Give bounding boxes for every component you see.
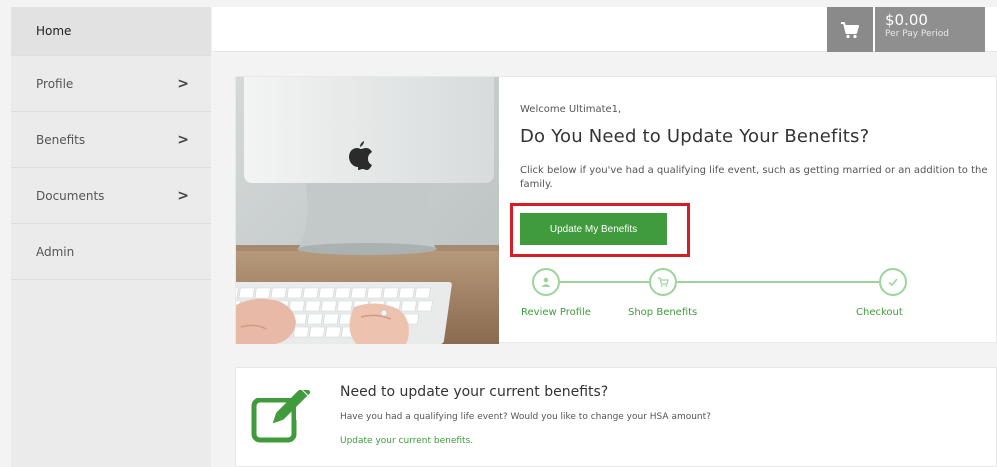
edit-icon xyxy=(250,385,311,445)
sidebar-item-label: Documents xyxy=(36,188,105,203)
app: Home Profile > Benefits > Documents > Ad… xyxy=(0,0,997,467)
sidebar: Home Profile > Benefits > Documents > Ad… xyxy=(11,7,211,467)
hero-image xyxy=(236,77,499,344)
update-current-benefits-link[interactable]: Update your current benefits. xyxy=(340,436,473,446)
sidebar-item-benefits[interactable]: Benefits > xyxy=(11,112,211,168)
card-description: Have you had a qualifying life event? Wo… xyxy=(340,412,711,422)
chevron-right-icon: > xyxy=(177,187,189,204)
step-connector xyxy=(677,281,879,283)
update-current-benefits-card: Need to update your current benefits? Ha… xyxy=(235,367,997,467)
user-icon xyxy=(532,268,560,296)
update-benefits-hero: Welcome Ultimate1, Do You Need to Update… xyxy=(235,76,997,344)
step-connector xyxy=(559,281,659,283)
cart-total: $0.00 Per Pay Period xyxy=(875,7,985,52)
step-label-review-profile[interactable]: Review Profile xyxy=(521,307,591,318)
step-label-checkout[interactable]: Checkout xyxy=(856,307,903,318)
sidebar-item-home[interactable]: Home xyxy=(11,7,211,56)
sidebar-item-documents[interactable]: Documents > xyxy=(11,168,211,224)
sidebar-item-label: Benefits xyxy=(36,132,86,147)
sidebar-item-admin[interactable]: Admin xyxy=(11,224,211,280)
hero-headline: Do You Need to Update Your Benefits? xyxy=(520,126,870,147)
cart-icon[interactable] xyxy=(827,7,873,52)
chevron-right-icon: > xyxy=(177,131,189,148)
sidebar-item-label: Profile xyxy=(36,76,74,91)
progress-steps: Review Profile Shop Benefits Checkout xyxy=(521,267,911,318)
check-icon xyxy=(879,268,907,296)
chevron-right-icon: > xyxy=(177,75,189,92)
cart-amount: $0.00 xyxy=(885,11,928,29)
sidebar-item-label: Home xyxy=(36,24,72,38)
cart-icon xyxy=(649,268,677,296)
hero-description: Click below if you've had a qualifying l… xyxy=(520,165,988,190)
update-my-benefits-button[interactable]: Update My Benefits xyxy=(520,213,667,245)
card-title: Need to update your current benefits? xyxy=(340,384,609,400)
cart-period: Per Pay Period xyxy=(885,29,949,39)
top-bar: $0.00 Per Pay Period xyxy=(212,7,997,52)
step-label-shop-benefits[interactable]: Shop Benefits xyxy=(628,307,697,318)
welcome-text: Welcome Ultimate1, xyxy=(520,104,622,115)
sidebar-item-profile[interactable]: Profile > xyxy=(11,56,211,112)
sidebar-item-label: Admin xyxy=(36,244,75,259)
cart-summary[interactable]: $0.00 Per Pay Period xyxy=(827,7,985,52)
